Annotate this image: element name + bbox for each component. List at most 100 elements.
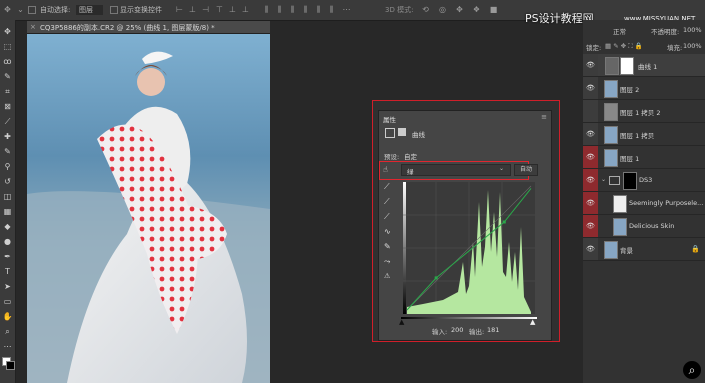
more-tools-icon[interactable]: ⋯ [2, 341, 13, 352]
document-canvas[interactable] [27, 34, 270, 383]
edit-points-icon[interactable]: ∿ [384, 227, 391, 236]
lock-icons[interactable]: ▦ ✎ ✥ ⛶ 🔒 [605, 42, 643, 51]
curve-control-point[interactable] [434, 276, 438, 280]
dropdown-chevron-icon[interactable]: ⌄ [16, 5, 25, 14]
panel-menu-icon[interactable]: ≡ [541, 113, 547, 121]
visibility-eye-icon[interactable]: 👁 [583, 238, 598, 260]
eyedropper-tool-icon[interactable]: ⟋ [2, 116, 13, 127]
move-tool-icon[interactable]: ✥ [2, 26, 13, 37]
auto-select-checkbox[interactable] [28, 6, 36, 14]
3d-pan-icon[interactable]: ✥ [455, 5, 464, 14]
layer-mask-thumbnail[interactable] [620, 57, 634, 75]
opacity-value[interactable]: 100% [683, 26, 702, 34]
distribute-icon[interactable]: ⫼ [288, 5, 297, 14]
auto-select-dropdown[interactable]: 图层 [76, 5, 103, 15]
distribute-icon[interactable]: ⫼ [275, 5, 284, 14]
close-tab-icon[interactable]: × [30, 23, 36, 31]
draw-curve-icon[interactable]: ✎ [384, 242, 391, 251]
crop-tool-icon[interactable]: ⌗ [2, 86, 13, 97]
align-middle-icon[interactable]: ⊥ [228, 5, 237, 14]
healing-brush-tool-icon[interactable]: ✚ [2, 131, 13, 142]
layer-row[interactable]: 👁 Delicious Skin [583, 215, 705, 238]
pen-tool-icon[interactable]: ✒ [2, 251, 13, 262]
curve-control-point[interactable] [502, 220, 506, 224]
layer-row[interactable]: 👁 图层 2 [583, 77, 705, 100]
layer-row[interactable]: 👁 背景 🔒 [583, 238, 705, 261]
frame-tool-icon[interactable]: ⊠ [2, 101, 13, 112]
layer-row[interactable]: 👁 图层 1 拷贝 [583, 123, 705, 146]
visibility-eye-icon[interactable] [583, 100, 598, 122]
type-tool-icon[interactable]: T [2, 266, 13, 277]
visibility-eye-icon[interactable]: 👁 [583, 123, 598, 145]
clipping-warning-icon[interactable]: ⚠ [384, 272, 390, 280]
hand-tool-icon[interactable]: ✋ [2, 311, 13, 322]
clone-stamp-tool-icon[interactable]: ⚲ [2, 161, 13, 172]
distribute-icon[interactable]: ⫼ [262, 5, 271, 14]
curves-graph[interactable] [403, 182, 535, 314]
distribute-icon[interactable]: ⫼ [301, 5, 310, 14]
smooth-curve-icon[interactable]: ⤳ [384, 257, 390, 267]
layer-row[interactable]: 👁 Seemingly Purposele... [583, 192, 705, 215]
marquee-tool-icon[interactable]: ⬚ [2, 41, 13, 52]
3d-mode-label: 3D 模式: [385, 6, 414, 14]
lasso-tool-icon[interactable]: ꝏ [2, 56, 13, 67]
visibility-eye-icon[interactable]: 👁 [583, 169, 598, 191]
dodge-tool-icon[interactable]: ● [2, 236, 13, 247]
document-title: CQ3P5886的副本.CR2 @ 25% (曲线 1, 图层蒙版/8) * [40, 24, 215, 32]
channel-dropdown[interactable] [401, 164, 511, 176]
on-image-adjust-icon[interactable]: ☝ [383, 165, 388, 174]
eyedropper-white-icon[interactable]: ⟋ [384, 212, 390, 222]
show-transform-checkbox[interactable] [110, 6, 118, 14]
gradient-tool-icon[interactable]: ▦ [2, 206, 13, 217]
white-point-slider[interactable]: ▲ [530, 318, 535, 326]
zoom-tool-icon[interactable]: ⌕ [2, 326, 13, 337]
visibility-eye-icon[interactable]: 👁 [583, 192, 598, 214]
blend-mode-dropdown[interactable]: 正常 [613, 26, 626, 36]
eyedropper-gray-icon[interactable]: ⟋ [384, 197, 390, 207]
quick-select-tool-icon[interactable]: ✎ [2, 71, 13, 82]
shape-tool-icon[interactable]: ▭ [2, 296, 13, 307]
move-tool-icon[interactable]: ✥ [3, 5, 12, 14]
eyedropper-black-icon[interactable]: ⟋ [384, 182, 390, 192]
layer-row[interactable]: 👁 曲线 1 [583, 54, 705, 77]
eraser-tool-icon[interactable]: ◫ [2, 191, 13, 202]
fill-label: 填充: [667, 44, 683, 52]
layer-name: 图层 1 拷贝 [620, 132, 655, 140]
brush-tool-icon[interactable]: ✎ [2, 146, 13, 157]
3d-rotate-icon[interactable]: ⟲ [421, 5, 430, 14]
mask-icon[interactable] [398, 128, 406, 136]
distribute-icon[interactable]: ⫼ [314, 5, 323, 14]
preset-dropdown[interactable]: 自定 [404, 151, 544, 161]
align-left-icon[interactable]: ⊢ [175, 5, 184, 14]
3d-roll-icon[interactable]: ◎ [438, 5, 447, 14]
visibility-eye-icon[interactable]: 👁 [583, 54, 598, 76]
history-brush-tool-icon[interactable]: ↺ [2, 176, 13, 187]
3d-slide-icon[interactable]: ❖ [472, 5, 481, 14]
auto-button[interactable]: 自动 [514, 164, 538, 176]
input-value[interactable]: 200 [451, 326, 463, 334]
black-point-slider[interactable]: ▲ [399, 318, 404, 326]
properties-tab[interactable]: 属性 [383, 114, 396, 124]
group-mask-thumbnail[interactable] [623, 172, 637, 190]
blur-tool-icon[interactable]: ◆ [2, 221, 13, 232]
output-value[interactable]: 181 [487, 326, 499, 334]
magnifier-icon[interactable]: ⌕ [683, 361, 701, 379]
path-select-tool-icon[interactable]: ➤ [2, 281, 13, 292]
visibility-eye-icon[interactable]: 👁 [583, 77, 598, 99]
align-top-icon[interactable]: ⊤ [215, 5, 224, 14]
fill-value[interactable]: 100% [683, 42, 702, 50]
layer-row[interactable]: 👁 ⌄ DS3 [583, 169, 705, 192]
align-bottom-icon[interactable]: ⊥ [241, 5, 250, 14]
visibility-eye-icon[interactable]: 👁 [583, 215, 598, 237]
layer-row[interactable]: 👁 图层 1 [583, 146, 705, 169]
visibility-eye-icon[interactable]: 👁 [583, 146, 598, 168]
distribute-icon[interactable]: ⫼ [327, 5, 336, 14]
3d-scale-icon[interactable]: ■ [489, 5, 498, 14]
align-right-icon[interactable]: ⊣ [201, 5, 210, 14]
align-center-icon[interactable]: ⊥ [188, 5, 197, 14]
group-chevron-icon[interactable]: ⌄ [601, 176, 606, 183]
more-options-icon[interactable]: ⋯ [342, 5, 351, 14]
layer-row[interactable]: 图层 1 拷贝 2 [583, 100, 705, 123]
document-tab[interactable]: × CQ3P5886的副本.CR2 @ 25% (曲线 1, 图层蒙版/8) * [27, 21, 270, 34]
background-color-swatch[interactable] [6, 361, 15, 370]
